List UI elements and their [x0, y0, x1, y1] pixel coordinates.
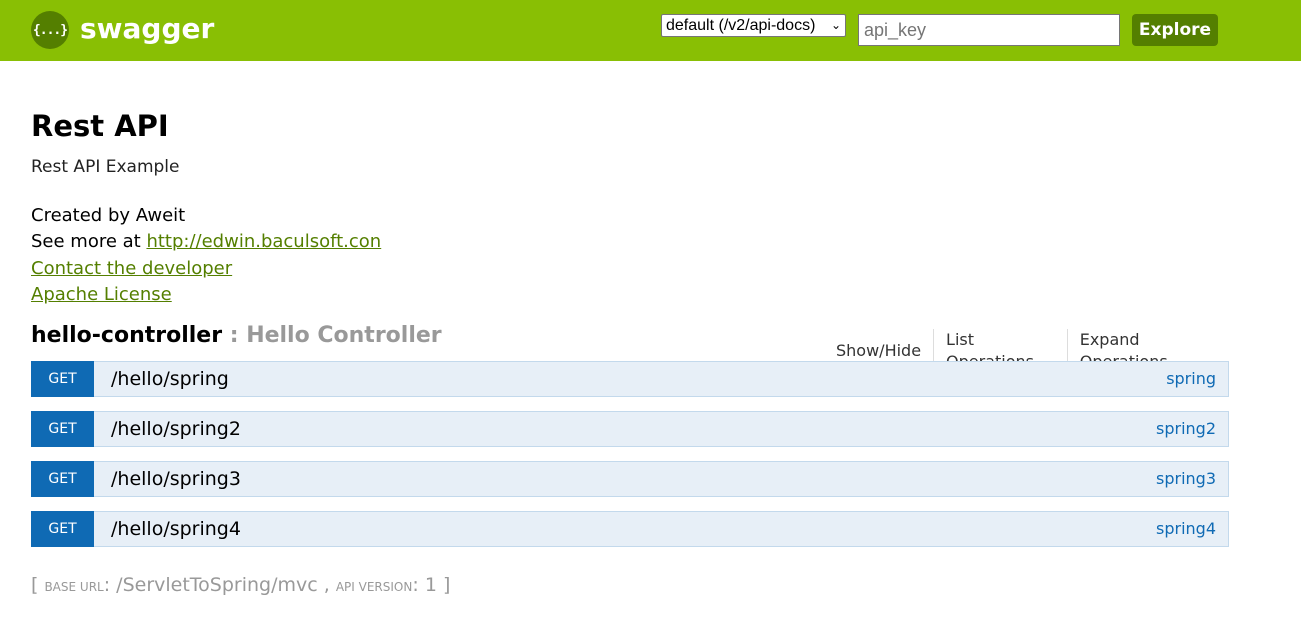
operation-path[interactable]: /hello/spring2 — [111, 412, 241, 446]
api-version-value: 1 — [424, 574, 437, 596]
license-link[interactable]: Apache License — [31, 284, 172, 305]
footer-comma: , — [317, 574, 336, 596]
see-more-prefix: See more at — [31, 231, 147, 252]
resource-name[interactable]: hello-controller — [31, 323, 222, 348]
swagger-logo-icon[interactable]: {...} — [31, 11, 69, 49]
http-method-badge[interactable]: GET — [31, 361, 94, 397]
operation-path[interactable]: /hello/spring — [111, 362, 229, 396]
api-key-input[interactable]: api_key — [858, 14, 1120, 46]
operation-row[interactable]: GET /hello/spring3 spring3 — [31, 461, 1229, 497]
operation-row[interactable]: GET /hello/spring4 spring4 — [31, 511, 1229, 547]
http-method-badge[interactable]: GET — [31, 511, 94, 547]
explore-button[interactable]: Explore — [1132, 14, 1218, 46]
operation-path[interactable]: /hello/spring4 — [111, 512, 241, 546]
api-spec-select[interactable]: default (/v2/api-docs) ⌄ — [661, 14, 846, 37]
http-method-badge[interactable]: GET — [31, 411, 94, 447]
top-bar: {...} swagger default (/v2/api-docs) ⌄ a… — [0, 0, 1301, 61]
api-spec-select-value: default (/v2/api-docs) — [666, 17, 816, 34]
show-hide-link[interactable]: Show/Hide — [824, 340, 933, 362]
see-more-line: See more at http://edwin.baculsoft.con — [31, 230, 381, 254]
swagger-logo-text[interactable]: swagger — [80, 10, 214, 48]
footer-close-bracket: ] — [436, 574, 451, 596]
api-key-placeholder: api_key — [864, 20, 927, 40]
license-line: Apache License — [31, 283, 172, 307]
http-method-badge[interactable]: GET — [31, 461, 94, 497]
api-version-separator: : — [412, 574, 425, 596]
base-url-value: /ServletToSpring/mvc — [116, 574, 318, 596]
chevron-down-icon: ⌄ — [830, 18, 841, 32]
operation-nickname[interactable]: spring — [1166, 362, 1216, 396]
operation-nickname[interactable]: spring4 — [1156, 512, 1216, 546]
operation-nickname[interactable]: spring3 — [1156, 462, 1216, 496]
resource-separator: : — [222, 323, 247, 348]
base-url-separator: : — [103, 574, 117, 596]
base-url-label: base url — [44, 580, 104, 594]
resource-heading[interactable]: hello-controller : Hello Controller — [31, 322, 442, 350]
resource-description: Hello Controller — [246, 323, 442, 348]
contact-developer-link[interactable]: Contact the developer — [31, 258, 232, 279]
api-footer: [ base url: /ServletToSpring/mvc , api v… — [31, 572, 450, 600]
api-description: Rest API Example — [31, 157, 180, 177]
operation-nickname[interactable]: spring2 — [1156, 412, 1216, 446]
operation-row[interactable]: GET /hello/spring2 spring2 — [31, 411, 1229, 447]
operation-path[interactable]: /hello/spring3 — [111, 462, 241, 496]
api-title: Rest API — [31, 109, 169, 143]
operation-row[interactable]: GET /hello/spring spring — [31, 361, 1229, 397]
footer-open-bracket: [ — [31, 574, 45, 596]
contact-line: Contact the developer — [31, 257, 232, 281]
created-by-text: Created by Aweit — [31, 205, 186, 226]
api-version-label: api version — [335, 580, 413, 594]
see-more-link[interactable]: http://edwin.baculsoft.con — [146, 231, 381, 252]
